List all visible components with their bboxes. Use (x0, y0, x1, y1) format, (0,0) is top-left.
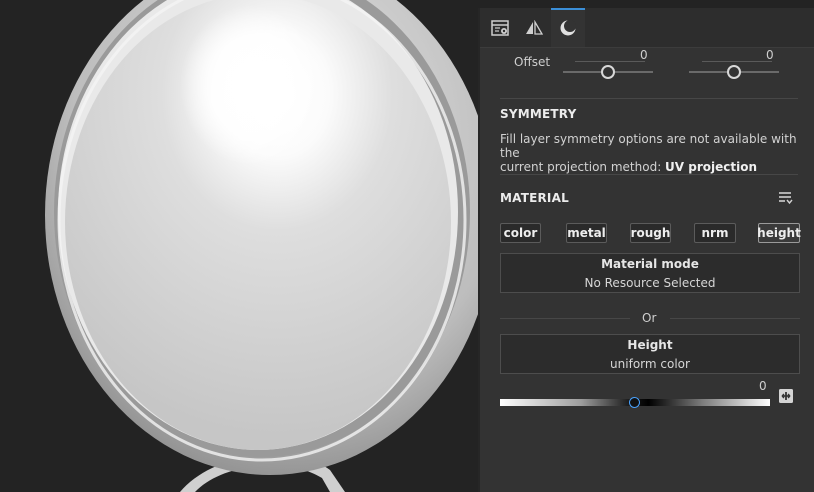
color-picker-icon (779, 389, 793, 403)
material-options-button[interactable] (777, 190, 793, 210)
tab-symmetry[interactable] (517, 8, 551, 47)
divider (500, 174, 798, 175)
channel-height-button[interactable]: height (757, 223, 801, 243)
color-picker-button[interactable] (778, 388, 794, 408)
material-mode-title: Material mode (601, 257, 699, 271)
material-sphere-icon (560, 19, 576, 35)
material-mode-selector[interactable]: Material mode No Resource Selected (500, 253, 800, 293)
tab-material[interactable] (551, 8, 585, 47)
or-separator-label: Or (642, 311, 657, 325)
offset-x-value[interactable]: 0 (640, 48, 648, 62)
divider (500, 318, 630, 319)
offset-y-value[interactable]: 0 (766, 48, 774, 62)
offset-x-value-underline (575, 61, 645, 62)
channel-nrm-button[interactable]: nrm (694, 223, 736, 243)
channel-color-button[interactable]: color (500, 223, 541, 243)
material-mode-value: No Resource Selected (584, 276, 716, 290)
divider (670, 318, 800, 319)
projection-method: UV projection (665, 160, 758, 174)
layer-settings-icon (491, 19, 509, 36)
divider (500, 98, 798, 99)
offset-x-slider-handle[interactable] (601, 65, 615, 79)
channel-rough-button[interactable]: rough (630, 223, 671, 243)
channel-metal-button[interactable]: metal (566, 223, 607, 243)
tab-layer-settings[interactable] (483, 8, 517, 47)
height-slider-handle[interactable] (629, 397, 640, 408)
symmetry-message-line1: Fill layer symmetry options are not avai… (500, 132, 797, 160)
height-number-value[interactable]: 0 (759, 379, 767, 393)
offset-y-value-underline (702, 61, 772, 62)
symmetry-message-line2: current projection method: (500, 160, 666, 174)
height-value: uniform color (610, 357, 690, 371)
symmetry-section-title: SYMMETRY (500, 107, 577, 121)
height-resource-selector[interactable]: Height uniform color (500, 334, 800, 374)
symmetry-message: Fill layer symmetry options are not avai… (500, 132, 800, 174)
offset-label: Offset (514, 55, 551, 69)
material-section-title: MATERIAL (500, 191, 569, 205)
material-preview-sphere (45, 0, 478, 492)
height-title: Height (627, 338, 673, 352)
properties-panel: Offset 0 0 SYMMETRY Fill layer symmetry … (478, 8, 814, 492)
symmetry-icon (526, 19, 543, 35)
list-options-icon (779, 192, 793, 205)
panel-tab-bar (480, 8, 814, 48)
offset-y-slider-handle[interactable] (727, 65, 741, 79)
